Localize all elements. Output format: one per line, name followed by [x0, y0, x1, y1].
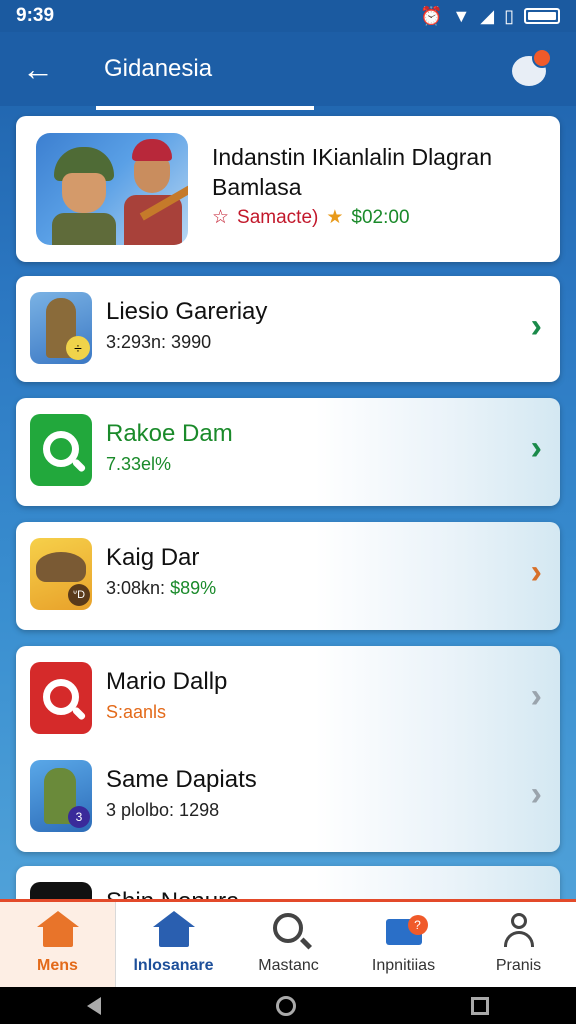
chevron-right-icon: › [530, 429, 542, 467]
tab-indicator [96, 106, 314, 110]
featured-meta-left: Samacte) [237, 206, 319, 228]
chevron-right-icon: › [530, 307, 542, 345]
chat-button[interactable] [512, 48, 554, 90]
wifi-icon: ▼ [452, 5, 471, 26]
guitarist-illustration [124, 139, 188, 245]
list-item-subtitle: 7.33el% [106, 454, 172, 474]
list-item[interactable]: ÷ Liesio Gareriay 3:293n: 3990 › [16, 276, 560, 382]
nav-label: Inpnitiias [371, 957, 436, 974]
nav-label: lnlosanare [133, 957, 214, 974]
red-search-app-icon [30, 662, 92, 734]
system-nav-bar [0, 987, 576, 1024]
nav-item-inpnitiias[interactable]: ? Inpnitiias [346, 902, 461, 987]
hero-icon: 3 [30, 760, 92, 832]
system-home-icon[interactable] [275, 995, 296, 1016]
list-item-title: Kaig Dar [106, 544, 200, 571]
nav-item-pranis[interactable]: Pranis [461, 902, 576, 987]
chevron-right-icon: › [530, 677, 542, 715]
list-item-subtitle: 3 plolbo: 1298 [106, 800, 220, 820]
featured-title: Indanstin IKianlalin Dlagran Bamlasa [212, 144, 493, 200]
mail-icon: ? [385, 915, 428, 945]
eagle-icon: ᐡD [30, 538, 92, 610]
soldier-icon: ÷ [30, 292, 92, 364]
star-icon: ★ [326, 207, 344, 228]
status-icons: ⏰ ▼ ◢ ▯ [420, 6, 560, 27]
list-item[interactable]: 3 Same Dapiats 3 plolbo: 1298 › [16, 744, 560, 850]
alarm-icon: ⏰ [420, 5, 443, 26]
list-item-title: Liesio Gareriay [106, 298, 268, 325]
nav-item-mastanc[interactable]: Mastanc [231, 902, 346, 987]
search-icon [272, 913, 303, 943]
nav-item-lnlosanare[interactable]: lnlosanare [115, 902, 231, 987]
list-item-title: Rakoe Dam [106, 420, 233, 447]
list-item-subtitle: S:aanls [106, 702, 167, 722]
battery-icon [524, 8, 560, 24]
signal-icon: ◢ [480, 5, 495, 26]
system-recents-icon[interactable] [470, 996, 489, 1015]
status-time: 9:39 [16, 5, 55, 26]
sim-icon: ▯ [504, 5, 514, 26]
chevron-right-icon: › [530, 553, 542, 591]
notification-dot [532, 48, 552, 68]
nav-label: Mens [37, 957, 78, 974]
featured-meta: ☆ Samacte) ★ $02:00 [212, 206, 410, 229]
list-item[interactable]: Rakoe Dam 7.33el% › [16, 398, 560, 506]
list-item[interactable]: Mario Dallp S:aanls › [16, 646, 560, 752]
list-item[interactable]: ᐡD Kaig Dar 3:08kn: $89% › [16, 522, 560, 630]
home-icon [36, 911, 79, 947]
featured-game-art [36, 133, 188, 245]
home-icon [152, 911, 195, 947]
list-item-title: Same Dapiats [106, 766, 257, 793]
list-item-subtitle: 3:293n: 3990 [106, 332, 212, 352]
featured-price: $02:00 [351, 206, 410, 228]
nav-label: Pranis [495, 957, 542, 974]
soldier-illustration [52, 147, 116, 245]
list-item-title: Mario Dallp [106, 668, 228, 695]
status-bar: 9:39 ⏰ ▼ ◢ ▯ [0, 0, 576, 32]
person-icon [499, 911, 539, 949]
app-bar: ← Gidanesia [0, 32, 576, 106]
back-button[interactable]: ← [0, 32, 76, 106]
nav-label: Mastanc [258, 957, 319, 974]
nav-item-mens[interactable]: Mens [0, 902, 115, 987]
chevron-right-icon: › [530, 775, 542, 813]
notification-badge: ? [407, 915, 428, 935]
featured-card[interactable]: Indanstin IKianlalin Dlagran Bamlasa ☆ S… [16, 116, 560, 262]
search-app-icon [30, 414, 92, 486]
page-title: Gidanesia [104, 55, 213, 82]
arrow-left-icon: ← [22, 50, 54, 87]
system-back-icon[interactable] [87, 996, 102, 1015]
list-item-subtitle: 3:08kn: $89% [106, 578, 217, 598]
list-group-card: Mario Dallp S:aanls › 3 Same Dapiats 3 p… [16, 646, 560, 852]
star-outline-icon: ☆ [212, 207, 230, 228]
bottom-nav: Mens lnlosanare Mastanc ? Inpnitiias Pra… [0, 899, 576, 987]
